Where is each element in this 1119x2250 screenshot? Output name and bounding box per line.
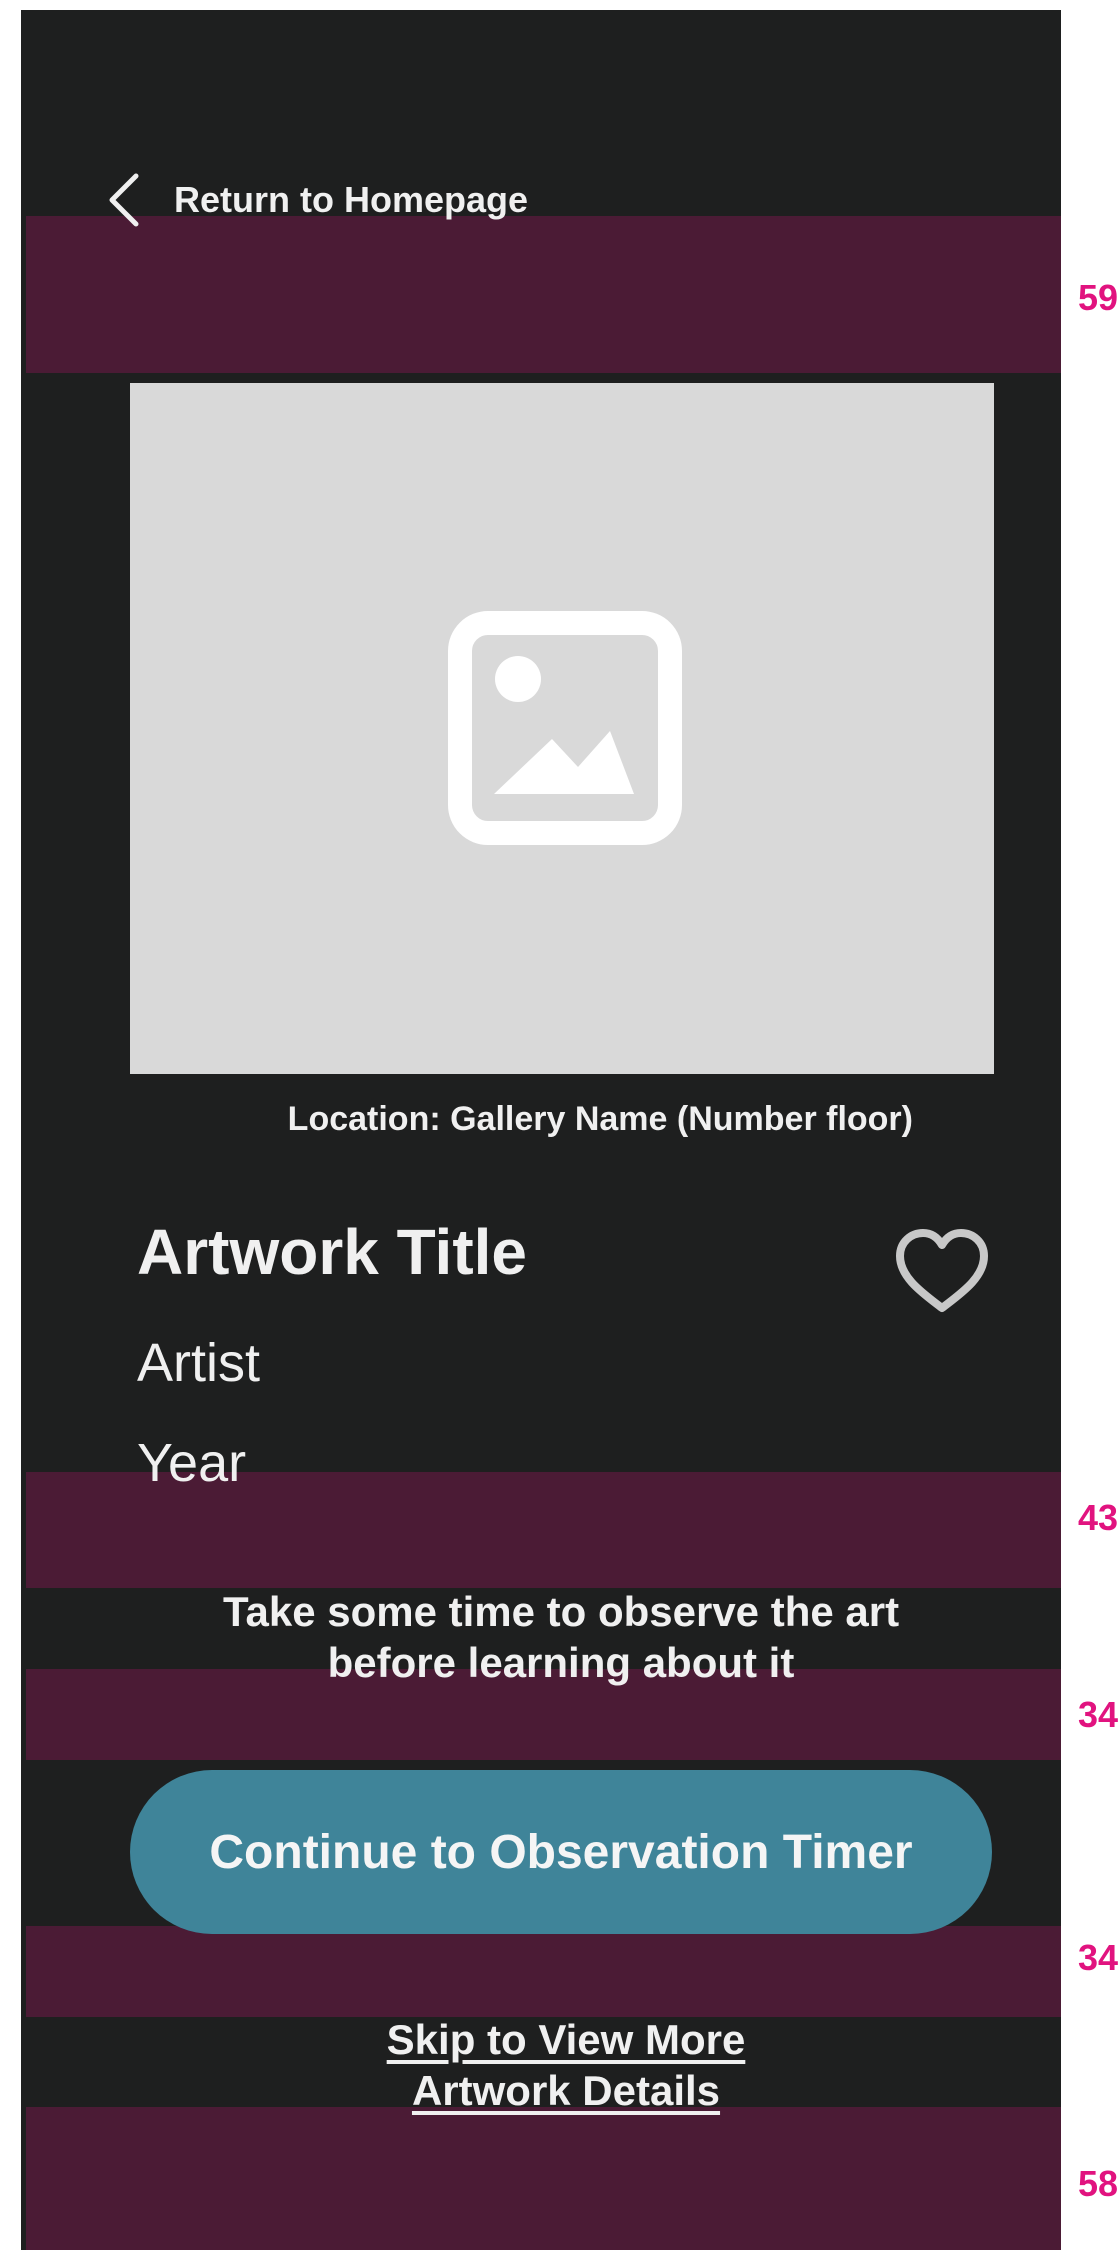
skip-link-line1: Skip to View More <box>386 2016 746 2063</box>
observe-prompt-line1: Take some time to observe the art <box>222 1588 900 1635</box>
artwork-image <box>130 383 994 1074</box>
heart-icon[interactable] <box>894 1228 990 1319</box>
spacer-band-after-button <box>26 1926 1061 2017</box>
app-screen: Return to Homepage Location: Gallery Nam… <box>21 10 1061 2250</box>
spacer-band-top <box>26 216 1061 373</box>
spacer-label-bottom: 58 <box>1078 2163 1119 2204</box>
skip-to-artwork-details-link[interactable]: Skip to View More Artwork Details <box>311 2014 821 2116</box>
observe-prompt-line2: before learning about it <box>327 1639 795 1686</box>
spacer-label-after-year: 43 <box>1078 1497 1119 1538</box>
artwork-title: Artwork Title <box>137 1216 527 1288</box>
return-to-homepage-link[interactable]: Return to Homepage <box>106 170 528 230</box>
continue-to-observation-timer-button[interactable]: Continue to Observation Timer <box>130 1770 992 1934</box>
chevron-left-icon <box>106 172 140 228</box>
spacer-band-bottom <box>26 2107 1061 2250</box>
spacer-label-after-prompt: 34 <box>1078 1694 1119 1735</box>
spacer-label-top: 59 <box>1078 277 1119 318</box>
return-to-homepage-label: Return to Homepage <box>174 179 529 220</box>
observe-prompt: Take some time to observe the art before… <box>161 1586 961 1688</box>
artwork-location: Location: Gallery Name (Number floor) <box>287 1100 913 1138</box>
artwork-year: Year <box>137 1433 247 1493</box>
image-placeholder-icon <box>448 611 682 850</box>
skip-link-line2: Artwork Details <box>411 2067 721 2114</box>
spacer-label-after-button: 34 <box>1078 1937 1119 1978</box>
artwork-artist: Artist <box>137 1333 261 1393</box>
